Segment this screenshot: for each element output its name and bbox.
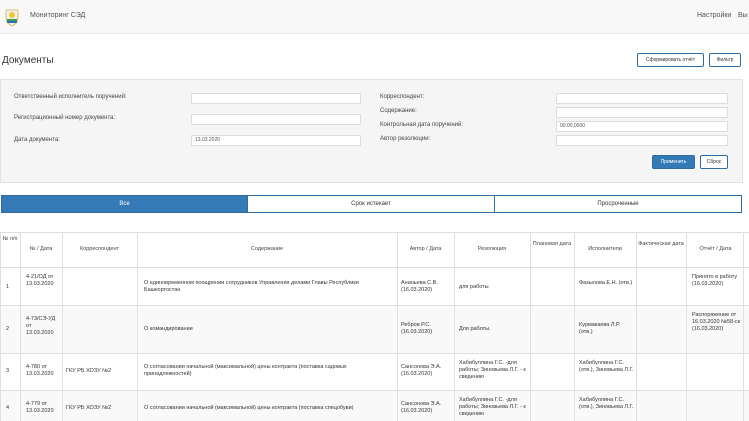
grid-line (686, 232, 687, 421)
regnum-label: Регистрационный номер документа: (14, 115, 116, 121)
reset-button[interactable]: Сброс (700, 155, 728, 169)
header-content[interactable]: Содержание (139, 246, 395, 253)
header-num[interactable]: № п/п (2, 236, 18, 243)
row2-num: 2 (6, 326, 10, 332)
row4-content[interactable]: О согласовании начальной (максимальной) … (144, 405, 394, 412)
row2-resolution: Для работы. (459, 326, 491, 332)
settings-link[interactable]: Настройки (697, 12, 731, 19)
header-actual[interactable]: Фактическая дата (638, 241, 684, 248)
row1-report: Принято в работу (16.03.2020) (692, 274, 738, 287)
row1-num: 1 (6, 284, 10, 290)
row3-executor: Хабибуллина Г.С. (отв.), Зиновьева Л.Г. (579, 360, 634, 373)
row1-content[interactable]: О единовременном поощрении сотрудников У… (144, 280, 394, 294)
brand-title[interactable]: Мониторинг СЭД (30, 12, 85, 19)
docdate-input[interactable]: 13.03.2020 (191, 135, 361, 146)
row2-numdate[interactable]: 4-73/СЭ-УД от 13.03.2020 (26, 316, 60, 337)
control-date-label: Контрольная дата поручений: (380, 122, 464, 128)
grid-line (0, 232, 1, 421)
grid-line (397, 232, 398, 421)
row3-num: 3 (6, 368, 10, 374)
row3-correspondent: ГКУ РБ ХОЗУ №2 (66, 368, 112, 374)
page-title: Документы (2, 55, 54, 66)
content-input[interactable] (556, 107, 728, 118)
row3-author: Сансонова Э.А. (16.03.2020) (401, 364, 442, 377)
executor-input[interactable] (191, 93, 361, 104)
header-report[interactable]: Отчёт / Дата (688, 246, 743, 253)
row4-num: 4 (6, 405, 10, 411)
correspondent-input[interactable] (556, 93, 728, 104)
generate-report-button[interactable]: Сформировать отчёт (637, 53, 704, 67)
header-executor[interactable]: Исполнители (576, 246, 634, 253)
row1-executor: Фазылова Е.Н. (отв.) (579, 280, 633, 286)
correspondent-label: Корреспондент: (380, 94, 425, 100)
exit-link[interactable]: Вы (738, 12, 748, 19)
header-resolution[interactable]: Резолюция (456, 246, 528, 253)
grid-line (530, 232, 531, 421)
control-date-input[interactable]: 00.00.0000 (556, 121, 728, 132)
author-input[interactable] (556, 135, 728, 146)
header-numdate[interactable]: № / Дата (22, 246, 60, 253)
tab-all[interactable]: Все (1, 195, 248, 213)
row4-correspondent: ГКУ РБ ХОЗУ №2 (66, 405, 112, 411)
grid-line (20, 232, 21, 421)
row1-numdate[interactable]: 4-21/ОД от 13.03.2020 (26, 274, 60, 288)
executor-label: Ответственный исполнитель поручений: (14, 94, 127, 100)
grid-line (636, 232, 637, 421)
grid-line (62, 232, 63, 421)
tab-expiring[interactable]: Срок истекает (247, 195, 495, 213)
docdate-label: Дата документа: (14, 137, 60, 143)
row4-numdate[interactable]: 4-779 от 13.03.2020 (26, 401, 60, 415)
apply-button[interactable]: Применить (652, 155, 695, 169)
tab-overdue[interactable]: Просроченные (494, 195, 742, 213)
row1-resolution: для работы (459, 284, 489, 290)
row4-author: Сансонова Э.А. (16.03.2020) (401, 401, 442, 414)
filter-button[interactable]: Фильтр (709, 53, 741, 67)
row2-content[interactable]: О командировании (144, 326, 394, 333)
row1-author: Ананьева С.В. (16.03.2020) (401, 280, 438, 293)
row3-content[interactable]: О согласовании начальной (максимальной) … (144, 364, 394, 378)
row2-author: Ребров Р.С. (16.03.2020) (401, 322, 433, 335)
grid-line (454, 232, 455, 421)
header-correspondent[interactable]: Корреспондент (64, 246, 135, 253)
header-author[interactable]: Автор / Дата (399, 246, 452, 253)
row3-resolution: Хабибуллина Г.С. -для работы; Зиновьева … (459, 360, 526, 380)
content-label: Содержание: (380, 108, 417, 114)
row2-executor: Курмакаева Л.Р. (отв.) (579, 322, 621, 335)
row4-executor: Хабибуллина Г.С. (отв.), Зиновьева Л.Г. (579, 397, 634, 410)
row4-resolution: Хабибуллина Г.С. -для работы; Зиновьева … (459, 397, 526, 417)
grid-line (137, 232, 138, 421)
author-label: Автор резолюции: (380, 136, 431, 142)
row2-report: Распоряжение от 16.03.2020 №58-ск (16.03… (692, 312, 741, 332)
coat-of-arms-logo-icon[interactable] (4, 7, 20, 27)
top-navbar: Мониторинг СЭД Настройки Вы (0, 0, 749, 34)
header-planned[interactable]: Плановая дата (532, 241, 572, 248)
documents-table: № п/п № / Дата Корреспондент Содержание … (0, 232, 749, 421)
grid-line (574, 232, 575, 421)
row3-numdate[interactable]: 4-780 от 13.03.2020 (26, 364, 60, 378)
regnum-input[interactable] (191, 114, 361, 125)
